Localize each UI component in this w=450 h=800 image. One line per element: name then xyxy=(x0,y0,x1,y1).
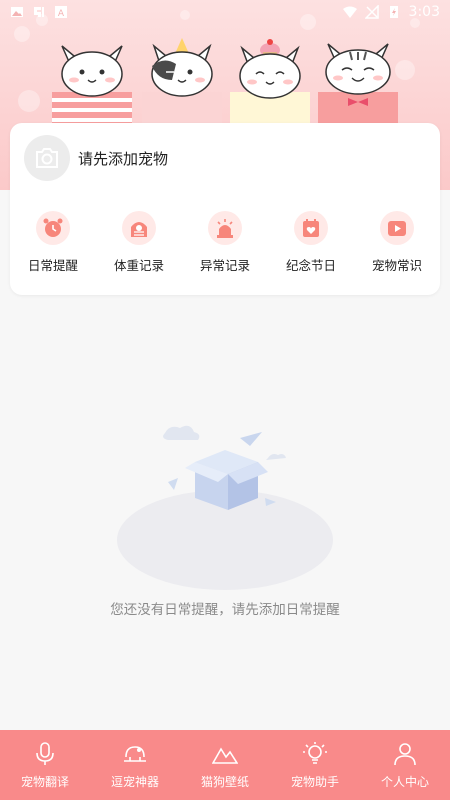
func-anniversary[interactable]: 纪念节日 xyxy=(268,211,354,274)
nav-pet-toy[interactable]: 逗宠神器 xyxy=(90,741,180,790)
nav-pet-translate[interactable]: 宠物翻译 xyxy=(0,741,90,790)
bulb-icon xyxy=(303,741,327,764)
calendar-heart-icon xyxy=(303,219,319,237)
bottom-nav: 宠物翻译 逗宠神器 猫狗壁纸 宠物助手 个人中心 xyxy=(0,730,450,800)
func-icon-wrap xyxy=(208,211,242,245)
camera-icon xyxy=(36,148,58,168)
nav-label: 猫狗壁纸 xyxy=(200,774,249,789)
app-icon xyxy=(34,7,44,17)
nav-label: 个人中心 xyxy=(380,774,429,789)
scale-icon xyxy=(131,222,147,237)
empty-state xyxy=(0,420,450,620)
nav-wallpaper[interactable]: 猫狗壁纸 xyxy=(180,741,270,790)
func-label: 日常提醒 xyxy=(27,258,78,273)
nav-pet-assistant[interactable]: 宠物助手 xyxy=(270,741,360,790)
func-icon-wrap xyxy=(294,211,328,245)
alarm-clock-icon xyxy=(43,218,63,237)
nav-profile[interactable]: 个人中心 xyxy=(360,741,450,790)
status-time: 3:03 xyxy=(408,4,440,20)
empty-state-message: 您还没有日常提醒，请先添加日常提醒 xyxy=(110,602,340,618)
status-left: A xyxy=(10,5,68,19)
pet-card: 请先添加宠物 日常提醒 体重记录 异常记录 纪念节日 宠物常识 xyxy=(10,123,440,295)
func-icon-wrap xyxy=(122,211,156,245)
cat-illustration xyxy=(142,38,222,126)
nav-label: 逗宠神器 xyxy=(110,774,159,789)
function-row: 日常提醒 体重记录 异常记录 纪念节日 宠物常识 xyxy=(10,211,440,281)
add-pet-row[interactable]: 请先添加宠物 xyxy=(24,135,168,181)
cat-illustration xyxy=(230,39,310,126)
cat-illustration xyxy=(318,43,398,126)
pet-avatar[interactable] xyxy=(24,135,70,181)
nav-label: 宠物翻译 xyxy=(20,774,69,789)
svg-text:A: A xyxy=(58,9,65,19)
mountain-icon xyxy=(212,746,238,764)
image-icon xyxy=(11,7,23,17)
func-daily-reminder[interactable]: 日常提醒 xyxy=(10,211,96,274)
wifi-icon xyxy=(342,6,357,18)
func-label: 异常记录 xyxy=(199,258,250,273)
func-pet-knowledge[interactable]: 宠物常识 xyxy=(354,211,440,274)
add-pet-label: 请先添加宠物 xyxy=(78,149,169,168)
func-abnormal-record[interactable]: 异常记录 xyxy=(182,211,268,274)
pet-toy-icon xyxy=(124,745,146,762)
func-icon-wrap xyxy=(36,211,70,245)
text-icon: A xyxy=(55,6,67,19)
status-bar: A 3:03 xyxy=(0,0,450,24)
no-signal-icon xyxy=(364,5,379,19)
status-right: 3:03 xyxy=(342,4,440,20)
cat-illustration xyxy=(52,45,132,126)
func-weight-record[interactable]: 体重记录 xyxy=(96,211,182,274)
nav-label: 宠物助手 xyxy=(290,774,339,789)
func-label: 纪念节日 xyxy=(285,258,336,273)
func-label: 宠物常识 xyxy=(371,258,422,273)
video-play-icon xyxy=(388,221,406,236)
siren-icon xyxy=(217,219,233,238)
func-icon-wrap xyxy=(380,211,414,245)
empty-box-illustration xyxy=(117,425,333,590)
microphone-icon xyxy=(36,741,54,765)
person-icon xyxy=(394,742,416,765)
cat-illustrations xyxy=(0,36,450,126)
func-label: 体重记录 xyxy=(113,258,164,273)
battery-charging-icon xyxy=(389,6,398,18)
